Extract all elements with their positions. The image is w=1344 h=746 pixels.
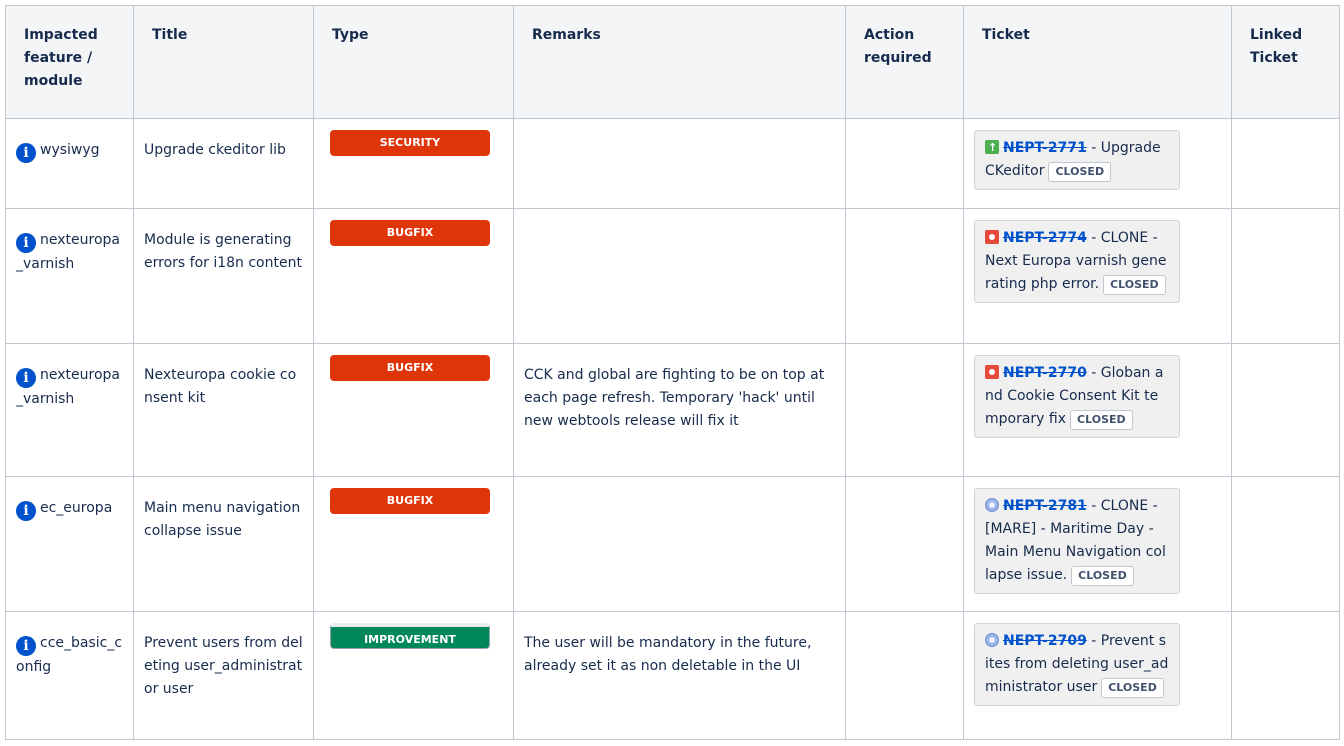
header-remarks[interactable]: Remarks xyxy=(513,5,846,119)
remarks-cell xyxy=(513,476,846,612)
ticket-status-badge: CLOSED xyxy=(1048,162,1112,182)
remarks-text: CCK and global are fighting to be on top… xyxy=(524,367,825,429)
ticket-status-badge: CLOSED xyxy=(1103,275,1166,295)
type-badge: BUGFIX xyxy=(330,355,490,381)
type-badge: IMPROVEMENT xyxy=(330,623,490,649)
title-text: Prevent users from deleting user_adminis… xyxy=(144,635,303,697)
title-text: Module is generating errors for i18n con… xyxy=(144,232,302,271)
title-cell: Nexteuropa cookie consent kit xyxy=(133,343,314,477)
remarks-cell xyxy=(513,118,846,209)
type-cell: BUGFIX xyxy=(313,208,514,344)
ticket-cell: NEPT-2771 - Upgrade CKeditorCLOSED xyxy=(963,118,1232,209)
title-cell: Main menu navigation collapse issue xyxy=(133,476,314,612)
remarks-text: The user will be mandatory in the future… xyxy=(524,635,812,674)
feature-label: wysiwyg xyxy=(40,142,100,158)
header-ticket[interactable]: Ticket xyxy=(963,5,1232,119)
info-icon[interactable]: i xyxy=(16,233,36,253)
title-cell: Module is generating errors for i18n con… xyxy=(133,208,314,344)
feature-cell: i ec_europa xyxy=(5,476,134,612)
jira-ticket-macro: NEPT-2709 - Prevent sites from deleting … xyxy=(974,623,1180,706)
ticket-cell: NEPT-2781 - CLONE - [MARE] - Maritime Da… xyxy=(963,476,1232,612)
remarks-cell xyxy=(513,208,846,344)
title-text: Nexteuropa cookie consent kit xyxy=(144,367,297,406)
type-cell: SECURITY xyxy=(313,118,514,209)
ticket-key-link[interactable]: NEPT-2709 xyxy=(1003,633,1087,649)
info-icon[interactable]: i xyxy=(16,368,36,388)
ticket-status-badge: CLOSED xyxy=(1070,410,1133,430)
header-linked[interactable]: Linked Ticket xyxy=(1231,5,1340,119)
title-text: Main menu navigation collapse issue xyxy=(144,500,301,539)
info-icon[interactable]: i xyxy=(16,501,36,521)
table-row: i nexteuropa_varnish Module is generating… xyxy=(5,208,1340,344)
table-header-row: Impacted feature / module Title Type Rem… xyxy=(5,5,1340,119)
feature-cell: i nexteuropa_varnish xyxy=(5,343,134,477)
jira-ticket-macro: NEPT-2770 - Globan and Cookie Consent Ki… xyxy=(974,355,1180,438)
linked-cell xyxy=(1231,343,1340,477)
linked-cell xyxy=(1231,118,1340,209)
table-row: iwysiwyg Upgrade ckeditor lib SECURITY N… xyxy=(5,118,1340,209)
ticket-key-link[interactable]: NEPT-2781 xyxy=(1003,498,1087,514)
header-title[interactable]: Title xyxy=(133,5,314,119)
action-cell xyxy=(845,476,964,612)
header-type[interactable]: Type xyxy=(313,5,514,119)
type-cell: BUGFIX xyxy=(313,476,514,612)
ticket-cell: NEPT-2770 - Globan and Cookie Consent Ki… xyxy=(963,343,1232,477)
bug-icon xyxy=(985,365,999,379)
table-row: i cce_basic_config Prevent users from del… xyxy=(5,611,1340,740)
action-cell xyxy=(845,118,964,209)
task-icon xyxy=(985,633,999,647)
ticket-key-link[interactable]: NEPT-2770 xyxy=(1003,365,1087,381)
jira-ticket-macro: NEPT-2781 - CLONE - [MARE] - Maritime Da… xyxy=(974,488,1180,594)
ticket-cell: NEPT-2774 - CLONE - Next Europa varnish … xyxy=(963,208,1232,344)
title-cell: Upgrade ckeditor lib xyxy=(133,118,314,209)
feature-cell: i wysiwyg xyxy=(5,118,134,209)
header-action[interactable]: Action required xyxy=(845,5,964,119)
story-icon xyxy=(985,136,999,159)
jira-ticket-macro: NEPT-2774 - CLONE - Next Europa varnish … xyxy=(974,220,1180,303)
table-row: i ec_europa Main menu navigation collapse… xyxy=(5,476,1340,612)
header-feature[interactable]: Impacted feature / module xyxy=(5,5,134,119)
ticket-status-badge: CLOSED xyxy=(1071,566,1134,586)
type-cell: BUGFIX xyxy=(313,343,514,477)
remarks-cell: CCK and global are fighting to be on top… xyxy=(513,343,846,477)
release-notes-table: Impacted feature / module Title Type Rem… xyxy=(5,5,1340,740)
ticket-status-badge: CLOSED xyxy=(1101,678,1164,698)
action-cell xyxy=(845,343,964,477)
feature-cell: i nexteuropa_varnish xyxy=(5,208,134,344)
info-icon[interactable]: i xyxy=(16,143,36,163)
ticket-key-link[interactable]: NEPT-2774 xyxy=(1003,230,1087,246)
type-cell: IMPROVEMENT xyxy=(313,611,514,740)
ticket-key-link[interactable]: NEPT-2771 xyxy=(1003,140,1087,156)
task-icon xyxy=(985,498,999,512)
linked-cell xyxy=(1231,476,1340,612)
action-cell xyxy=(845,611,964,740)
bug-icon xyxy=(985,230,999,244)
action-cell xyxy=(845,208,964,344)
type-badge: BUGFIX xyxy=(330,220,490,246)
feature-label: ec_europa xyxy=(40,500,113,516)
table-row: i nexteuropa_varnish Nexteuropa cookie co… xyxy=(5,343,1340,477)
title-text: Upgrade ckeditor lib xyxy=(144,142,286,158)
ticket-cell: NEPT-2709 - Prevent sites from deleting … xyxy=(963,611,1232,740)
info-icon[interactable]: i xyxy=(16,636,36,656)
remarks-cell: The user will be mandatory in the future… xyxy=(513,611,846,740)
jira-ticket-macro: NEPT-2771 - Upgrade CKeditorCLOSED xyxy=(974,130,1180,190)
type-badge: BUGFIX xyxy=(330,488,490,514)
type-badge: SECURITY xyxy=(330,130,490,156)
feature-cell: i cce_basic_config xyxy=(5,611,134,740)
title-cell: Prevent users from deleting user_adminis… xyxy=(133,611,314,740)
linked-cell xyxy=(1231,208,1340,344)
linked-cell xyxy=(1231,611,1340,740)
